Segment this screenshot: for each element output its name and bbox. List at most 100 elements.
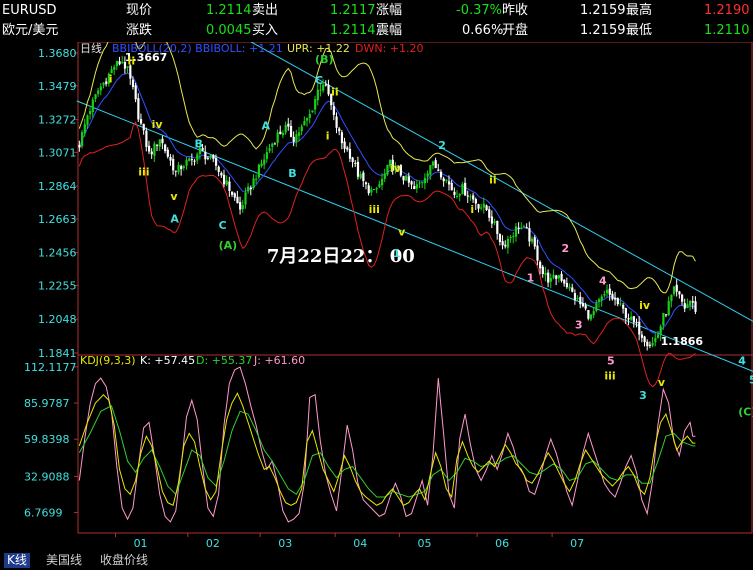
forex-chart[interactable]: 1.3680 1.3479 1.3272 1.3071 1.2864 1.2663 1.24… xyxy=(0,42,753,551)
candle-body xyxy=(300,126,303,132)
buy-value: 1.2114 xyxy=(330,23,376,38)
price-tick-label: 1.3071 xyxy=(38,146,77,159)
candle-body xyxy=(662,312,665,326)
candle-body xyxy=(616,298,619,305)
candle-body xyxy=(477,204,480,209)
candle-body xyxy=(565,282,569,288)
candle-body xyxy=(447,181,451,185)
candle-body xyxy=(544,272,547,276)
candle-body xyxy=(158,139,161,147)
candle-body xyxy=(204,151,207,160)
quote-header: EURUSD 欧元/美元 现价 1.2114 卖出 1.2117 涨幅 -0.3… xyxy=(0,0,753,42)
boll-mid-line xyxy=(78,72,696,334)
candle-body xyxy=(359,174,362,179)
wave-label: ii xyxy=(331,85,339,98)
price-tick-label: 1.3680 xyxy=(38,47,77,60)
candle-body xyxy=(509,236,512,238)
wave-label: C xyxy=(315,74,323,87)
candle-body xyxy=(217,166,220,172)
candle-body xyxy=(573,293,577,301)
channel-lower-line xyxy=(76,100,753,372)
channel-upper-line xyxy=(250,42,753,322)
candle-body xyxy=(627,318,630,320)
candle-body xyxy=(656,334,660,338)
candle-body xyxy=(405,175,408,181)
candle-body xyxy=(651,342,654,346)
candle-body xyxy=(292,136,295,142)
wave-label: iii xyxy=(369,203,380,216)
tab-close-line[interactable]: 收盘价线 xyxy=(100,553,148,568)
candle-body xyxy=(118,61,121,65)
candle-body xyxy=(581,303,585,307)
candle-body xyxy=(466,195,469,197)
high-value: 1.2190 xyxy=(704,3,750,18)
candle-body xyxy=(606,289,609,294)
candle-body xyxy=(461,183,464,195)
candle-body xyxy=(592,311,595,316)
chart-border xyxy=(77,42,753,534)
candle-body xyxy=(525,227,528,229)
prev-close-value: 1.2159 xyxy=(580,3,626,18)
candle-body xyxy=(579,296,582,305)
candle-body xyxy=(297,132,301,136)
price-tick-label: 1.3272 xyxy=(38,114,77,127)
candle-body xyxy=(327,84,330,95)
wave-label: i xyxy=(470,203,474,216)
change-pct-label: 涨幅 xyxy=(376,3,403,18)
candle-body xyxy=(150,151,153,155)
candle-body xyxy=(193,160,196,162)
boll-dwn-label: DWN: +1.20 xyxy=(355,42,424,55)
candle-body xyxy=(547,272,550,283)
candle-body xyxy=(249,187,252,190)
candle-body xyxy=(418,182,421,184)
candle-body xyxy=(584,305,587,309)
candle-body xyxy=(279,131,282,135)
x-axis: 01 02 03 04 05 06 07 xyxy=(115,533,584,550)
candle-body xyxy=(386,164,389,175)
candle-body xyxy=(603,293,606,296)
price-tick-label: 1.2456 xyxy=(38,247,77,260)
candle-body xyxy=(247,186,250,192)
candle-body xyxy=(517,227,520,229)
wave-label: 2 xyxy=(561,242,569,255)
candle-body xyxy=(689,301,692,306)
candle-body xyxy=(83,124,86,134)
candle-body xyxy=(410,181,413,185)
high-label: 最高 xyxy=(626,3,653,18)
candle-body xyxy=(681,294,684,302)
candle-body xyxy=(533,237,536,247)
candle-body xyxy=(289,125,293,137)
candle-body xyxy=(364,182,368,185)
candle-body xyxy=(587,310,590,319)
candle-body xyxy=(206,157,210,159)
candle-body xyxy=(348,148,352,159)
price-label: 现价 xyxy=(126,3,153,18)
candle-body xyxy=(426,173,429,177)
wave-label: iv xyxy=(390,162,402,175)
tab-kline[interactable]: K线 xyxy=(4,553,30,568)
month-tick-label: 03 xyxy=(278,537,292,550)
candle-body xyxy=(268,148,271,152)
wave-label: iii xyxy=(604,369,615,382)
tab-us-line[interactable]: 美国线 xyxy=(46,553,82,568)
candle-body xyxy=(683,303,686,309)
candle-body xyxy=(597,299,601,302)
candle-body xyxy=(156,144,159,146)
candle-body xyxy=(528,228,531,242)
candle-body xyxy=(190,159,194,161)
candle-body xyxy=(91,99,94,113)
kdj-tick-label: 6.7699 xyxy=(24,507,63,520)
wave-label: i xyxy=(326,129,330,142)
candle-body xyxy=(316,89,319,101)
month-tick-label: 04 xyxy=(353,537,367,550)
candle-body xyxy=(131,79,135,87)
month-tick-label: 07 xyxy=(570,537,584,550)
wave-label: v xyxy=(170,190,178,203)
candle-body xyxy=(196,154,199,161)
candle-body xyxy=(571,287,574,292)
candle-body xyxy=(147,145,151,152)
candle-body xyxy=(134,85,137,100)
boll-mid-label: BBIBOLL(20,2) BBIBOLL: +1.21 xyxy=(112,42,283,55)
amplitude-value: 0.66% xyxy=(462,23,504,38)
candle-body xyxy=(549,278,552,282)
